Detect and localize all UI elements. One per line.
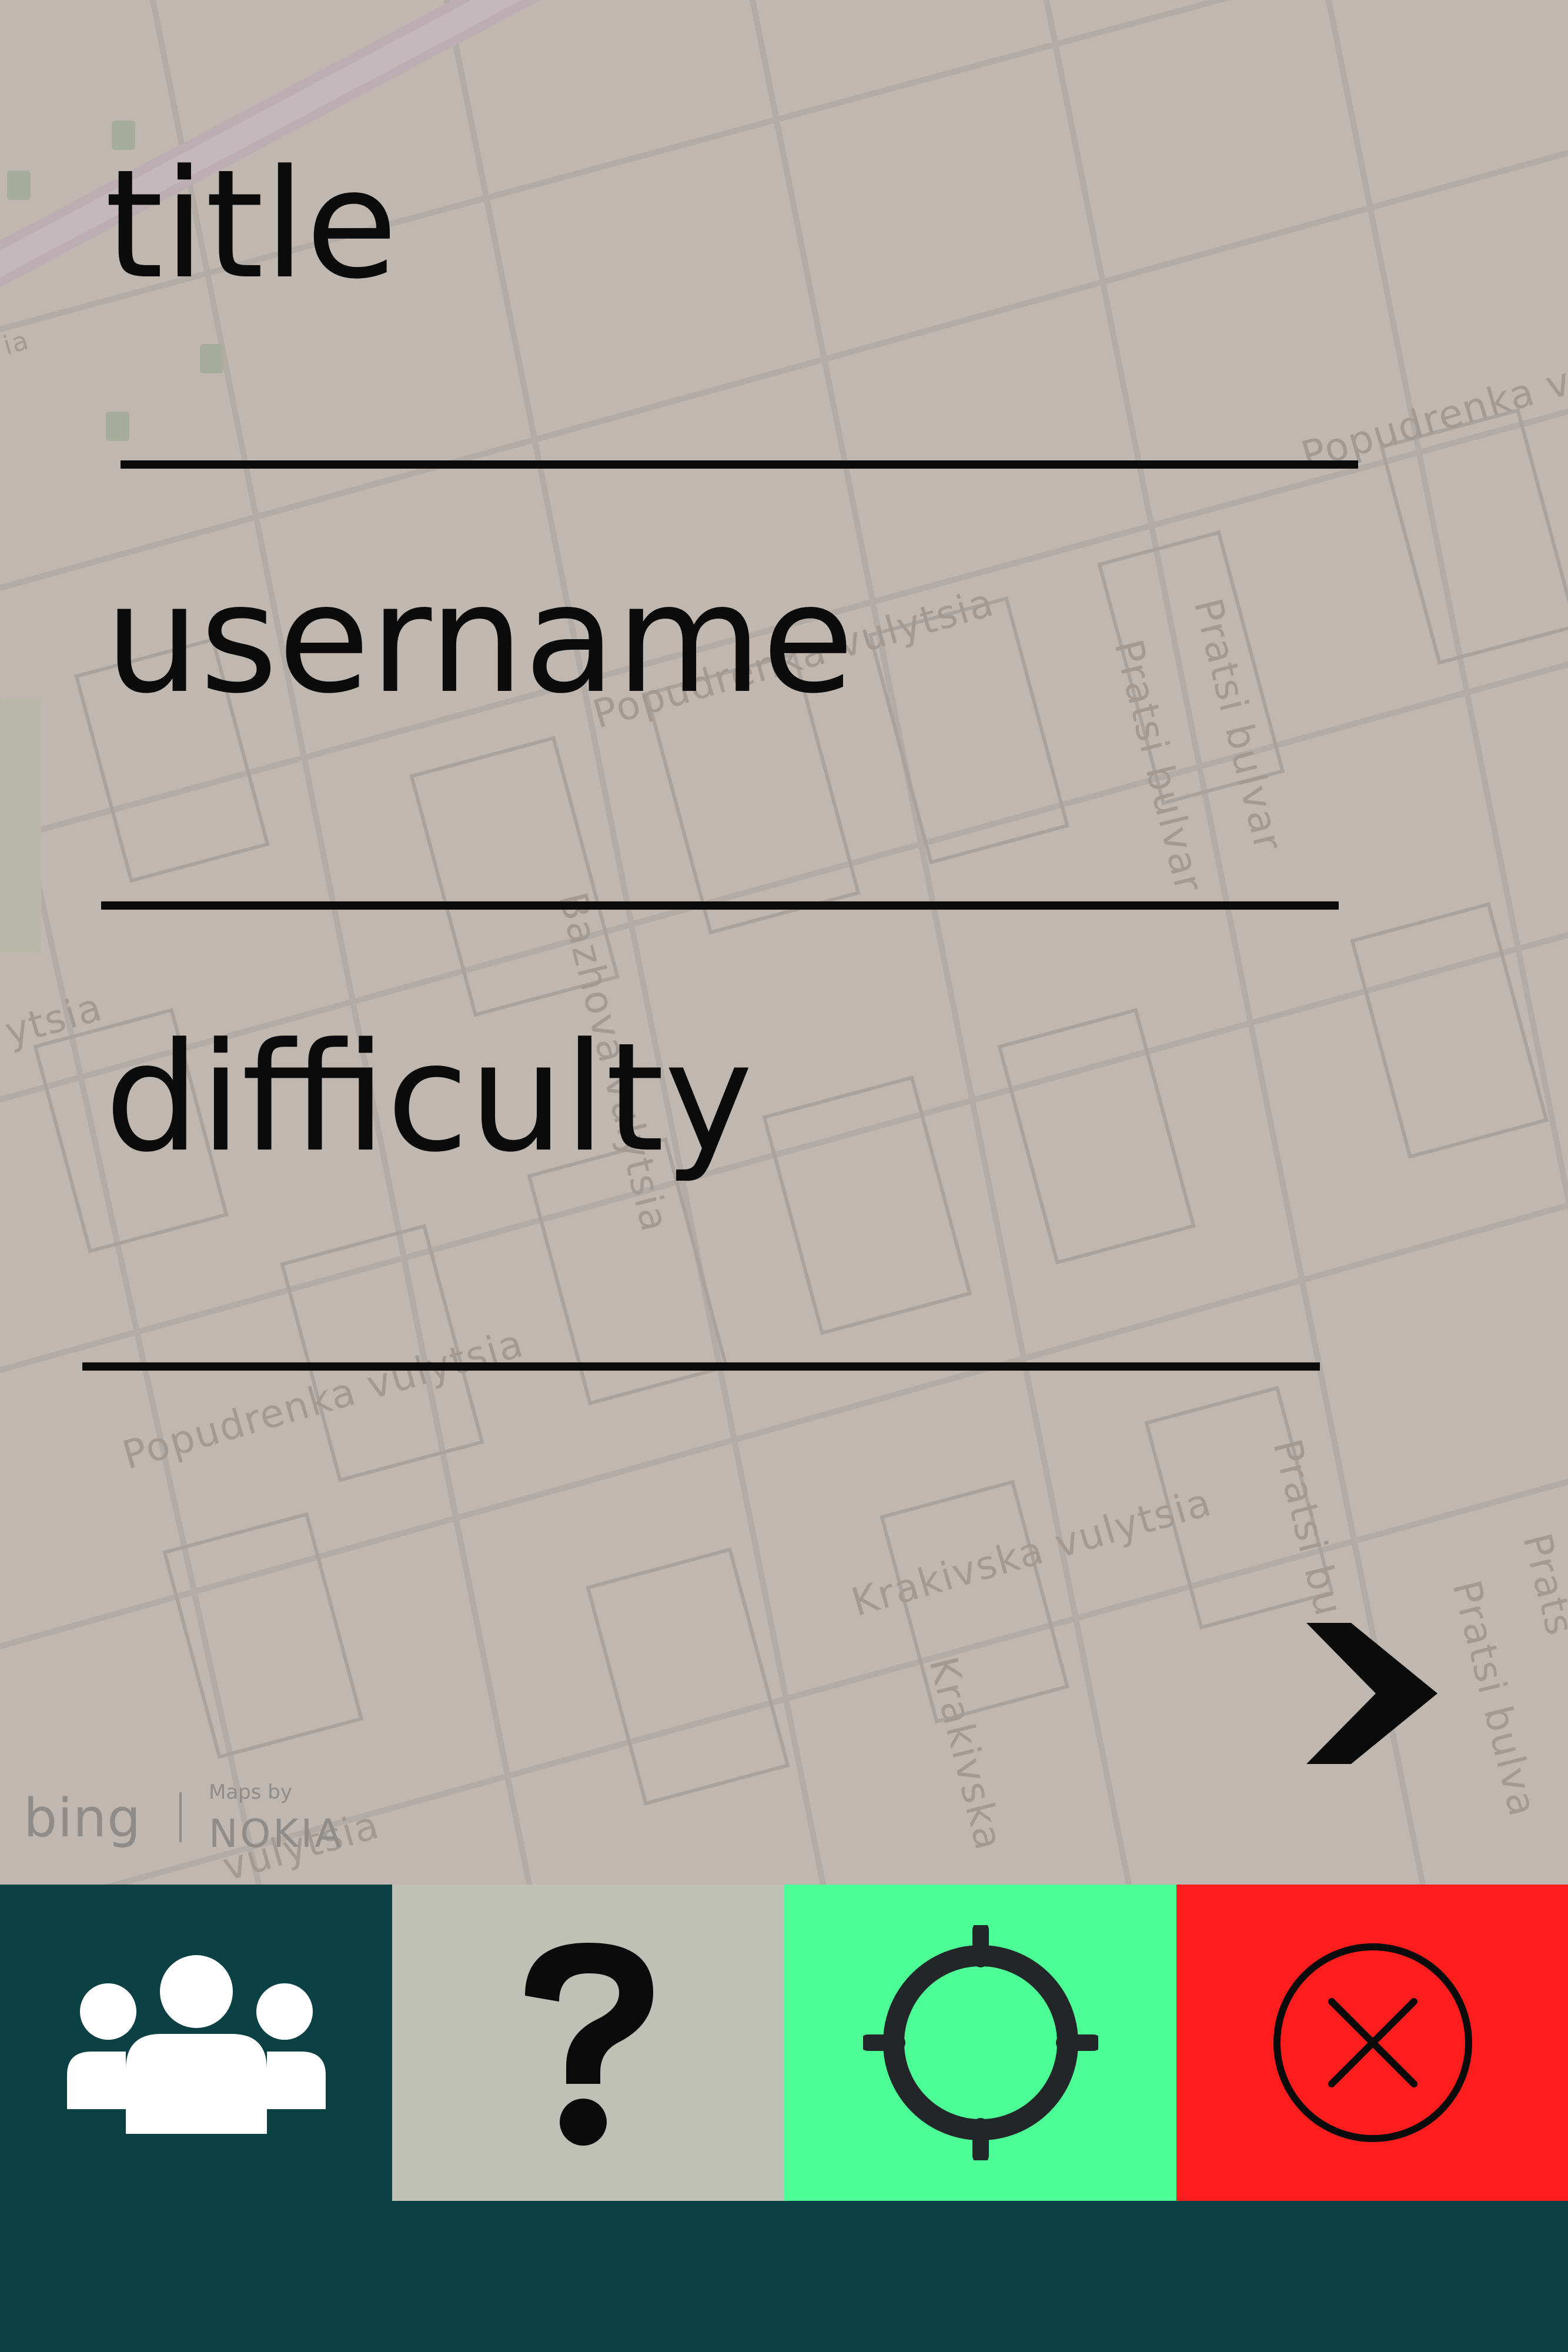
difficulty-input-line[interactable] bbox=[82, 1362, 1320, 1371]
group-icon bbox=[66, 1955, 326, 2134]
username-input-line[interactable] bbox=[101, 901, 1339, 910]
map-credit: bing Maps by NOKIA bbox=[24, 1780, 341, 1856]
question-mark-icon bbox=[524, 1943, 653, 2146]
players-button[interactable] bbox=[0, 1885, 392, 2201]
title-label: title bbox=[105, 138, 398, 312]
bottom-toolbar bbox=[0, 1885, 1568, 2352]
close-circle-icon bbox=[1273, 1943, 1472, 2142]
difficulty-label: difficulty bbox=[105, 1011, 753, 1185]
username-label: username bbox=[105, 552, 854, 727]
help-button[interactable] bbox=[392, 1885, 784, 2201]
crosshair-icon bbox=[862, 1925, 1098, 2160]
maps-by-label: Maps by bbox=[209, 1780, 292, 1804]
credit-separator bbox=[179, 1792, 182, 1842]
close-button[interactable] bbox=[1176, 1885, 1568, 2201]
locate-button[interactable] bbox=[784, 1885, 1176, 2201]
bing-logo: bing bbox=[24, 1788, 142, 1849]
nokia-logo: NOKIA bbox=[209, 1811, 344, 1856]
next-button[interactable] bbox=[1299, 1617, 1452, 1770]
chevron-right-icon bbox=[1306, 1623, 1437, 1764]
title-input-line[interactable] bbox=[121, 460, 1358, 469]
